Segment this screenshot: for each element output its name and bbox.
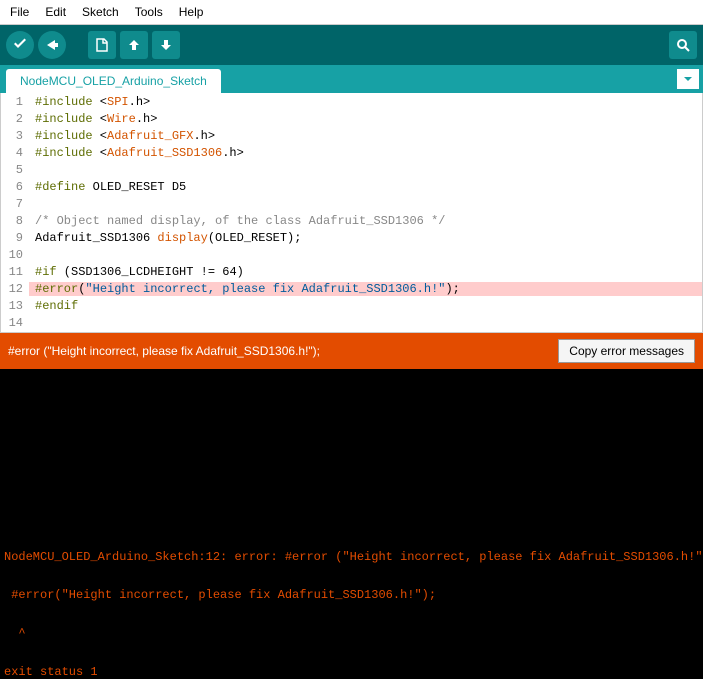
sketch-tab[interactable]: NodeMCU_OLED_Arduino_Sketch <box>6 69 221 93</box>
line-number: 8 <box>1 214 29 228</box>
verify-button[interactable] <box>6 31 34 59</box>
line-number: 6 <box>1 180 29 194</box>
upload-button[interactable] <box>38 31 66 59</box>
line-number: 1 <box>1 95 29 109</box>
line-number: 13 <box>1 299 29 313</box>
copy-errors-button[interactable]: Copy error messages <box>558 339 695 363</box>
line-number: 9 <box>1 231 29 245</box>
tab-strip: NodeMCU_OLED_Arduino_Sketch <box>0 65 703 93</box>
menu-tools[interactable]: Tools <box>129 3 169 21</box>
line-number: 14 <box>1 316 29 330</box>
menu-sketch[interactable]: Sketch <box>76 3 125 21</box>
line-number: 10 <box>1 248 29 262</box>
line-number: 7 <box>1 197 29 211</box>
menu-help[interactable]: Help <box>173 3 210 21</box>
save-button[interactable] <box>152 31 180 59</box>
toolbar <box>0 25 703 65</box>
console-output[interactable]: NodeMCU_OLED_Arduino_Sketch:12: error: #… <box>0 369 703 679</box>
line-number: 4 <box>1 146 29 160</box>
menu-bar: File Edit Sketch Tools Help <box>0 0 703 25</box>
line-number: 5 <box>1 163 29 177</box>
line-number: 12 <box>1 282 29 296</box>
open-button[interactable] <box>120 31 148 59</box>
line-number: 11 <box>1 265 29 279</box>
line-number: 3 <box>1 129 29 143</box>
menu-edit[interactable]: Edit <box>39 3 72 21</box>
code-editor[interactable]: 1#include <SPI.h> 2#include <Wire.h> 3#i… <box>0 93 703 333</box>
error-message: #error ("Height incorrect, please fix Ad… <box>8 344 320 358</box>
error-bar: #error ("Height incorrect, please fix Ad… <box>0 333 703 369</box>
serial-monitor-button[interactable] <box>669 31 697 59</box>
console-text: NodeMCU_OLED_Arduino_Sketch:12: error: #… <box>4 375 699 679</box>
menu-file[interactable]: File <box>4 3 35 21</box>
line-number: 2 <box>1 112 29 126</box>
tab-menu-button[interactable] <box>677 69 699 89</box>
new-button[interactable] <box>88 31 116 59</box>
